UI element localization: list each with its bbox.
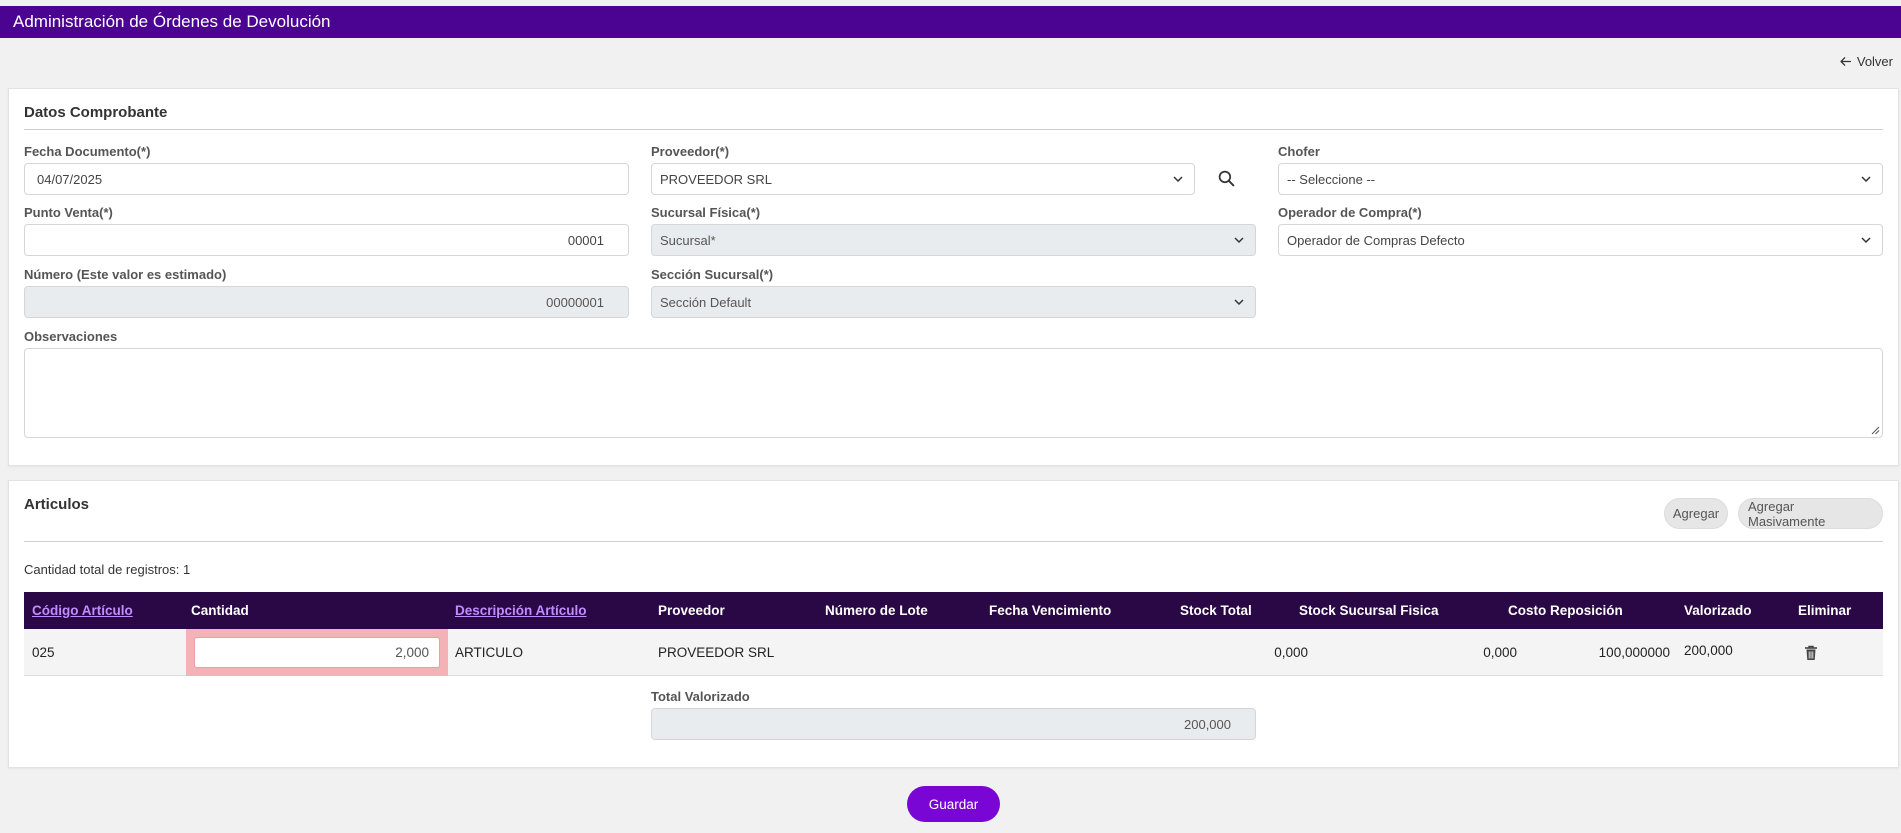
proveedor-label: Proveedor(*) [651, 144, 730, 159]
save-button[interactable]: Guardar [907, 786, 1000, 822]
numero-input: 00000001 [24, 286, 629, 318]
chevron-down-icon [1173, 176, 1183, 183]
search-icon [1218, 170, 1234, 186]
col-proveedor: Proveedor [658, 603, 725, 618]
operador-label: Operador de Compra(*) [1278, 205, 1422, 220]
fecha-label: Fecha Documento(*) [24, 144, 151, 159]
table-header: Código Artículo Cantidad Descripción Art… [24, 592, 1883, 629]
voucher-section-title: Datos Comprobante [24, 104, 168, 121]
resize-handle-icon[interactable] [1871, 426, 1880, 435]
observaciones-label: Observaciones [24, 329, 118, 344]
sucursal-select[interactable]: Sucursal* [651, 224, 1256, 256]
chofer-value: -- Seleccione -- [1287, 171, 1376, 187]
trash-icon[interactable] [1804, 645, 1818, 661]
cell-valorizado: 200,000 [1684, 643, 1733, 658]
chevron-down-icon [1234, 299, 1244, 306]
voucher-divider [24, 129, 1883, 130]
total-value: 200,000 [1184, 716, 1231, 732]
cell-stock-sucursal: 0,000 [1483, 645, 1517, 660]
chevron-down-icon [1861, 176, 1871, 183]
col-eliminar: Eliminar [1798, 603, 1852, 618]
total-label: Total Valorizado [651, 689, 750, 704]
col-stock-total: Stock Total [1180, 603, 1252, 618]
fecha-input[interactable]: 04/07/2025 [24, 163, 629, 195]
add-button[interactable]: Agregar [1664, 498, 1728, 529]
col-costo: Costo Reposición [1508, 603, 1623, 618]
proveedor-value: PROVEEDOR SRL [660, 171, 772, 187]
total-input: 200,000 [651, 708, 1256, 740]
punto-venta-label: Punto Venta(*) [24, 205, 113, 220]
punto-venta-value: 00001 [567, 232, 604, 248]
chevron-down-icon [1861, 237, 1871, 244]
cell-stock-total: 0,000 [1274, 645, 1308, 660]
back-label: Volver [1856, 54, 1893, 69]
proveedor-select[interactable]: PROVEEDOR SRL [651, 163, 1195, 195]
col-valorizado: Valorizado [1684, 603, 1752, 618]
page-header: Administración de Órdenes de Devolución [0, 6, 1901, 38]
sucursal-label: Sucursal Física(*) [651, 205, 761, 220]
cantidad-input[interactable]: 2,000 [194, 637, 440, 668]
chofer-label: Chofer [1278, 144, 1320, 159]
record-count: Cantidad total de registros: 1 [24, 562, 191, 577]
sucursal-value: Sucursal* [660, 232, 716, 248]
arrow-left-icon [1840, 57, 1851, 66]
col-vencimiento: Fecha Vencimiento [989, 603, 1112, 618]
seccion-value: Sección Default [660, 294, 752, 310]
col-codigo[interactable]: Código Artículo [32, 592, 133, 629]
cell-descripcion: ARTICULO [455, 645, 524, 660]
cantidad-cell: 2,000 [186, 629, 448, 676]
observaciones-textarea[interactable] [24, 348, 1883, 438]
back-button[interactable]: Volver [1839, 54, 1893, 69]
operador-select[interactable]: Operador de Compras Defecto [1278, 224, 1883, 256]
col-lote: Número de Lote [825, 603, 928, 618]
col-descripcion[interactable]: Descripción Artículo [455, 592, 587, 629]
table-row: 025 2,000 ARTICULO PROVEEDOR SRL 0,000 0… [24, 629, 1883, 676]
numero-value: 00000001 [546, 294, 604, 310]
add-bulk-button[interactable]: Agregar Masivamente [1738, 498, 1883, 529]
chofer-select[interactable]: -- Seleccione -- [1278, 163, 1883, 195]
chevron-down-icon [1234, 237, 1244, 244]
seccion-select[interactable]: Sección Default [651, 286, 1256, 318]
search-proveedor-button[interactable] [1211, 163, 1241, 193]
articles-divider [24, 541, 1883, 542]
col-cantidad: Cantidad [191, 603, 249, 618]
cell-codigo: 025 [32, 645, 55, 660]
page-title: Administración de Órdenes de Devolución [13, 12, 331, 31]
operador-value: Operador de Compras Defecto [1287, 232, 1465, 248]
seccion-label: Sección Sucursal(*) [651, 267, 774, 282]
punto-venta-input[interactable]: 00001 [24, 224, 629, 256]
cell-costo: 100,000000 [1598, 645, 1670, 660]
cell-proveedor: PROVEEDOR SRL [658, 645, 775, 660]
numero-label: Número (Este valor es estimado) [24, 267, 227, 282]
cantidad-value: 2,000 [395, 645, 429, 660]
col-stock-sucursal: Stock Sucursal Fisica [1299, 603, 1439, 618]
fecha-value: 04/07/2025 [37, 171, 103, 187]
articles-section-title: Articulos [24, 496, 90, 513]
